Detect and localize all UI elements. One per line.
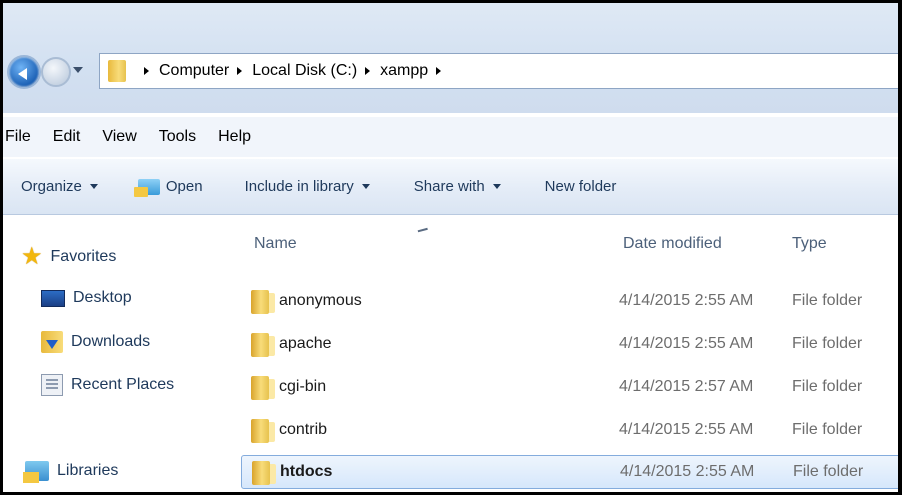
dropdown-caret-icon: [89, 184, 98, 189]
file-name: apache: [279, 335, 332, 352]
menu-edit[interactable]: Edit: [53, 128, 81, 146]
explorer-window: Computer Local Disk (C:) xampp File Edit…: [0, 0, 902, 495]
organize-button[interactable]: Organize: [21, 178, 98, 195]
include-in-library-label: Include in library: [244, 178, 354, 195]
recent-pages-chevron-icon[interactable]: [73, 67, 83, 73]
file-type: File folder: [792, 378, 863, 395]
folder-icon: [251, 419, 275, 443]
open-label: Open: [165, 178, 203, 195]
folder-icon: [251, 290, 275, 314]
nav-item-downloads[interactable]: Downloads: [41, 331, 150, 353]
file-type: File folder: [792, 421, 863, 438]
libraries-icon: [23, 461, 49, 483]
nav-item-libraries[interactable]: Libraries: [23, 461, 119, 483]
breadcrumb-chevron-icon[interactable]: [365, 67, 371, 75]
file-type: File folder: [793, 463, 864, 480]
nav-item-label: Libraries: [57, 462, 119, 479]
file-type: File folder: [792, 292, 863, 309]
recent-places-icon: [41, 374, 63, 396]
breadcrumb-chevron-icon[interactable]: [144, 67, 149, 75]
sort-indicator-icon: [417, 227, 429, 235]
new-folder-button[interactable]: New folder: [545, 178, 617, 195]
file-name: cgi-bin: [279, 378, 327, 395]
column-header-date-modified[interactable]: Date modified: [623, 235, 722, 253]
address-bar[interactable]: Computer Local Disk (C:) xampp: [99, 53, 898, 89]
file-date: 4/14/2015 2:55 AM: [619, 421, 754, 438]
file-name: contrib: [279, 421, 328, 438]
breadcrumb-chevron-icon[interactable]: [237, 67, 243, 75]
nav-item-recent-places[interactable]: Recent Places: [41, 374, 174, 396]
file-row[interactable]: anonymous 4/14/2015 2:55 AM File folder: [241, 285, 898, 319]
nav-item-label: Favorites: [50, 248, 117, 265]
nav-item-desktop[interactable]: Desktop: [41, 289, 132, 307]
new-folder-label: New folder: [544, 178, 617, 195]
file-date: 4/14/2015 2:55 AM: [620, 463, 755, 480]
breadcrumb-xampp[interactable]: xampp: [380, 62, 428, 80]
folder-icon: [108, 60, 126, 82]
breadcrumb-chevron-icon[interactable]: [436, 67, 442, 75]
back-arrow-icon[interactable]: [7, 55, 41, 89]
desktop-icon: [41, 289, 65, 307]
folder-icon: [251, 376, 275, 400]
menu-tools[interactable]: Tools: [159, 128, 196, 146]
nav-item-label: Desktop: [73, 289, 132, 306]
menu-bar: File Edit View Tools Help: [3, 117, 898, 157]
column-header-name[interactable]: Name: [254, 235, 297, 253]
include-in-library-button[interactable]: Include in library: [245, 178, 370, 195]
file-name: anonymous: [279, 292, 362, 309]
file-type: File folder: [792, 335, 863, 352]
share-with-button[interactable]: Share with: [414, 178, 501, 195]
menu-help[interactable]: Help: [218, 128, 251, 146]
navigation-pane: ★ Favorites Desktop Downloads Recent Pla…: [3, 215, 237, 492]
organize-label: Organize: [21, 178, 82, 195]
file-row[interactable]: cgi-bin 4/14/2015 2:57 AM File folder: [241, 371, 898, 405]
dropdown-caret-icon: [361, 184, 370, 189]
breadcrumb-local-disk[interactable]: Local Disk (C:): [252, 62, 357, 80]
file-list: Name Date modified Type anonymous 4/14/2…: [237, 215, 898, 492]
command-bar: Organize Open Include in library Share w…: [3, 159, 898, 215]
nav-item-favorites[interactable]: ★ Favorites: [21, 245, 116, 269]
dropdown-caret-icon: [492, 184, 501, 189]
nav-item-label: Downloads: [71, 333, 151, 350]
menu-file[interactable]: File: [5, 128, 31, 146]
open-icon: [133, 178, 160, 197]
column-header-type[interactable]: Type: [792, 235, 827, 253]
file-date: 4/14/2015 2:55 AM: [619, 292, 754, 309]
breadcrumb-computer[interactable]: Computer: [159, 62, 229, 80]
navigation-bar: Computer Local Disk (C:) xampp: [3, 3, 898, 113]
file-row[interactable]: apache 4/14/2015 2:55 AM File folder: [241, 328, 898, 362]
file-row[interactable]: contrib 4/14/2015 2:55 AM File folder: [241, 414, 898, 448]
forward-arrow-icon[interactable]: [41, 57, 71, 87]
file-date: 4/14/2015 2:57 AM: [619, 378, 754, 395]
open-button[interactable]: Open: [133, 178, 203, 197]
menu-view[interactable]: View: [102, 128, 136, 146]
downloads-icon: [41, 331, 63, 353]
file-row-selected[interactable]: htdocs 4/14/2015 2:55 AM File folder: [241, 455, 898, 489]
folder-icon: [252, 461, 276, 485]
share-with-label: Share with: [413, 178, 485, 195]
folder-icon: [251, 333, 275, 357]
file-name: htdocs: [280, 463, 333, 480]
file-date: 4/14/2015 2:55 AM: [619, 335, 754, 352]
nav-item-label: Recent Places: [71, 376, 175, 393]
star-icon: ★: [21, 243, 43, 270]
